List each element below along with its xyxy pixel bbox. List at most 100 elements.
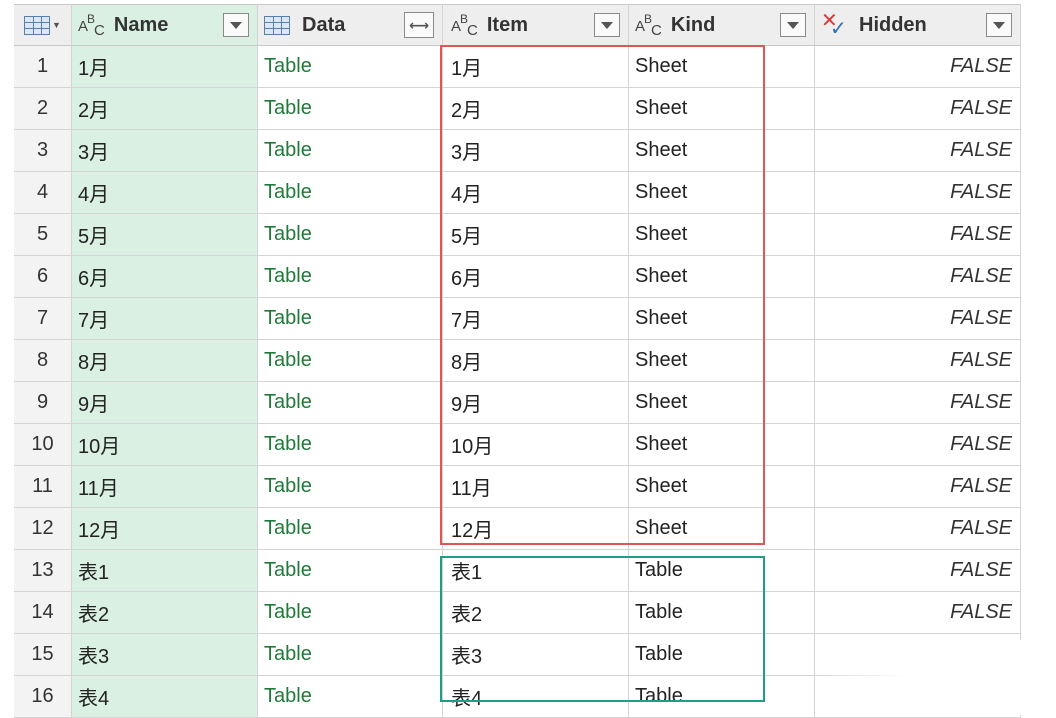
name-cell[interactable]: 10月 <box>72 424 258 466</box>
name-cell[interactable]: 2月 <box>72 88 258 130</box>
name-cell[interactable]: 4月 <box>72 172 258 214</box>
filter-dropdown-name[interactable] <box>223 13 249 37</box>
row-number[interactable]: 8 <box>14 340 72 382</box>
hidden-cell[interactable]: FALSE <box>815 298 1021 340</box>
row-number[interactable]: 4 <box>14 172 72 214</box>
kind-cell[interactable]: Table <box>629 676 815 718</box>
data-table-link[interactable]: Table <box>258 424 443 466</box>
data-table-link[interactable]: Table <box>258 634 443 676</box>
name-cell[interactable]: 表3 <box>72 634 258 676</box>
kind-cell[interactable]: Sheet <box>629 130 815 172</box>
item-cell[interactable]: 2月 <box>443 88 629 130</box>
hidden-cell[interactable]: FALSE <box>815 508 1021 550</box>
row-number[interactable]: 6 <box>14 256 72 298</box>
row-number[interactable]: 11 <box>14 466 72 508</box>
table-menu-button[interactable]: ▼ <box>14 4 72 46</box>
name-cell[interactable]: 5月 <box>72 214 258 256</box>
name-cell[interactable]: 12月 <box>72 508 258 550</box>
item-cell[interactable]: 5月 <box>443 214 629 256</box>
data-table-link[interactable]: Table <box>258 256 443 298</box>
name-cell[interactable]: 表1 <box>72 550 258 592</box>
data-table-link[interactable]: Table <box>258 592 443 634</box>
name-cell[interactable]: 7月 <box>72 298 258 340</box>
item-cell[interactable]: 11月 <box>443 466 629 508</box>
kind-cell[interactable]: Sheet <box>629 340 815 382</box>
item-cell[interactable]: 12月 <box>443 508 629 550</box>
data-table-link[interactable]: Table <box>258 676 443 718</box>
name-cell[interactable]: 1月 <box>72 46 258 88</box>
item-cell[interactable]: 6月 <box>443 256 629 298</box>
data-table-link[interactable]: Table <box>258 46 443 88</box>
item-cell[interactable]: 表3 <box>443 634 629 676</box>
kind-cell[interactable]: Sheet <box>629 214 815 256</box>
data-table-link[interactable]: Table <box>258 550 443 592</box>
name-cell[interactable]: 3月 <box>72 130 258 172</box>
name-cell[interactable]: 8月 <box>72 340 258 382</box>
row-number[interactable]: 5 <box>14 214 72 256</box>
data-table-link[interactable]: Table <box>258 130 443 172</box>
kind-cell[interactable]: Table <box>629 550 815 592</box>
hidden-cell[interactable]: FALSE <box>815 424 1021 466</box>
hidden-cell[interactable]: FALSE <box>815 592 1021 634</box>
row-number[interactable]: 7 <box>14 298 72 340</box>
hidden-cell[interactable]: FALSE <box>815 634 1021 676</box>
data-table-link[interactable]: Table <box>258 298 443 340</box>
data-table-link[interactable]: Table <box>258 340 443 382</box>
item-cell[interactable]: 4月 <box>443 172 629 214</box>
name-cell[interactable]: 表4 <box>72 676 258 718</box>
kind-cell[interactable]: Sheet <box>629 88 815 130</box>
item-cell[interactable]: 8月 <box>443 340 629 382</box>
hidden-cell[interactable]: FALSE <box>815 172 1021 214</box>
column-header-kind[interactable]: ABC Kind <box>629 4 815 46</box>
column-header-name[interactable]: ABC Name <box>72 4 258 46</box>
name-cell[interactable]: 11月 <box>72 466 258 508</box>
kind-cell[interactable]: Sheet <box>629 46 815 88</box>
data-table-link[interactable]: Table <box>258 466 443 508</box>
kind-cell[interactable]: Table <box>629 592 815 634</box>
hidden-cell[interactable]: FALSE <box>815 340 1021 382</box>
row-number[interactable]: 15 <box>14 634 72 676</box>
hidden-cell[interactable]: FALSE <box>815 214 1021 256</box>
item-cell[interactable]: 3月 <box>443 130 629 172</box>
kind-cell[interactable]: Sheet <box>629 298 815 340</box>
item-cell[interactable]: 9月 <box>443 382 629 424</box>
row-number[interactable]: 13 <box>14 550 72 592</box>
data-table-link[interactable]: Table <box>258 508 443 550</box>
item-cell[interactable]: 表4 <box>443 676 629 718</box>
row-number[interactable]: 10 <box>14 424 72 466</box>
name-cell[interactable]: 6月 <box>72 256 258 298</box>
hidden-cell[interactable]: FALSE <box>815 130 1021 172</box>
item-cell[interactable]: 10月 <box>443 424 629 466</box>
data-table-link[interactable]: Table <box>258 88 443 130</box>
column-header-item[interactable]: ABC Item <box>443 4 629 46</box>
hidden-cell[interactable]: FALSE <box>815 466 1021 508</box>
kind-cell[interactable]: Sheet <box>629 256 815 298</box>
data-table-link[interactable]: Table <box>258 382 443 424</box>
row-number[interactable]: 14 <box>14 592 72 634</box>
hidden-cell[interactable]: FALSE <box>815 382 1021 424</box>
row-number[interactable]: 16 <box>14 676 72 718</box>
kind-cell[interactable]: Sheet <box>629 382 815 424</box>
hidden-cell[interactable]: FALSE <box>815 676 1021 718</box>
item-cell[interactable]: 7月 <box>443 298 629 340</box>
data-table-link[interactable]: Table <box>258 214 443 256</box>
name-cell[interactable]: 9月 <box>72 382 258 424</box>
kind-cell[interactable]: Sheet <box>629 508 815 550</box>
data-table-link[interactable]: Table <box>258 172 443 214</box>
row-number[interactable]: 9 <box>14 382 72 424</box>
row-number[interactable]: 1 <box>14 46 72 88</box>
filter-dropdown-kind[interactable] <box>780 13 806 37</box>
column-header-data[interactable]: Data ⟷ <box>258 4 443 46</box>
kind-cell[interactable]: Table <box>629 634 815 676</box>
kind-cell[interactable]: Sheet <box>629 172 815 214</box>
kind-cell[interactable]: Sheet <box>629 466 815 508</box>
hidden-cell[interactable]: FALSE <box>815 46 1021 88</box>
row-number[interactable]: 3 <box>14 130 72 172</box>
column-header-hidden[interactable]: ✕ ✓ Hidden <box>815 4 1021 46</box>
name-cell[interactable]: 表2 <box>72 592 258 634</box>
filter-dropdown-hidden[interactable] <box>986 13 1012 37</box>
item-cell[interactable]: 表2 <box>443 592 629 634</box>
expand-column-button[interactable]: ⟷ <box>404 12 434 38</box>
hidden-cell[interactable]: FALSE <box>815 550 1021 592</box>
row-number[interactable]: 12 <box>14 508 72 550</box>
